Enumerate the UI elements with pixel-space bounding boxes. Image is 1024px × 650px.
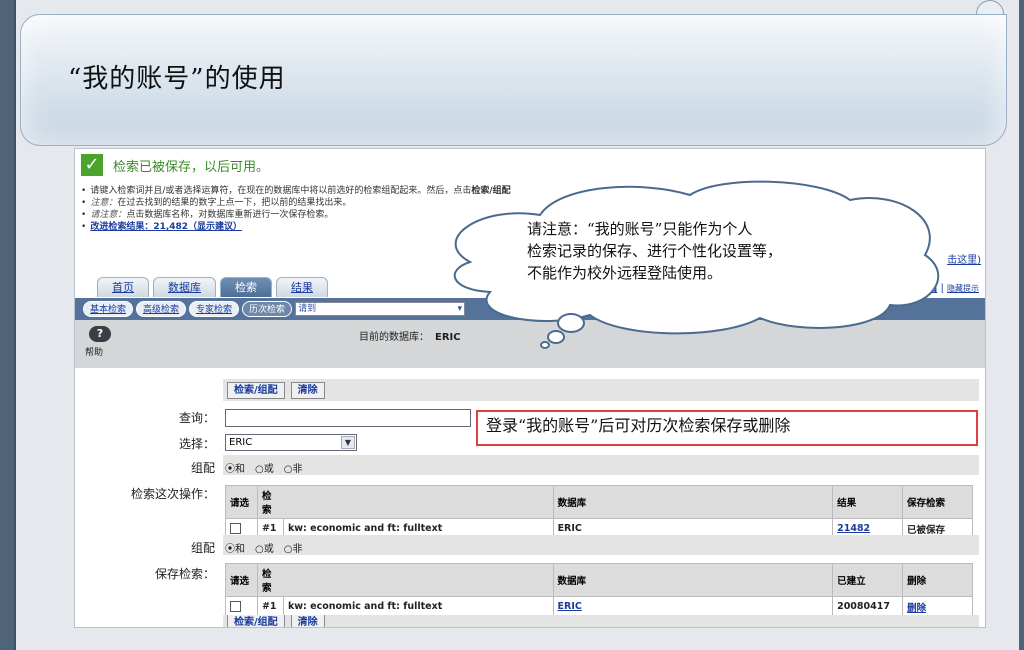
callout-line-3: 不能作为校外远程登陆使用。 <box>527 264 723 282</box>
bubble-tail-medium <box>547 330 565 344</box>
thought-bubble <box>453 180 940 349</box>
callout-text: 请注意：“我的账号”只能作为个人 检索记录的保存、进行个性化设置等， 不能作为校… <box>527 218 782 284</box>
bubble-tail-small <box>540 341 550 349</box>
annotation-box: 登录“我的账号”后可对历次检索保存或删除 <box>476 410 978 446</box>
bubble-tail-large <box>557 313 585 333</box>
callout-line-2: 检索记录的保存、进行个性化设置等， <box>527 242 783 260</box>
callout-line-1: 请注意：“我的账号”只能作为个人 <box>527 220 753 238</box>
